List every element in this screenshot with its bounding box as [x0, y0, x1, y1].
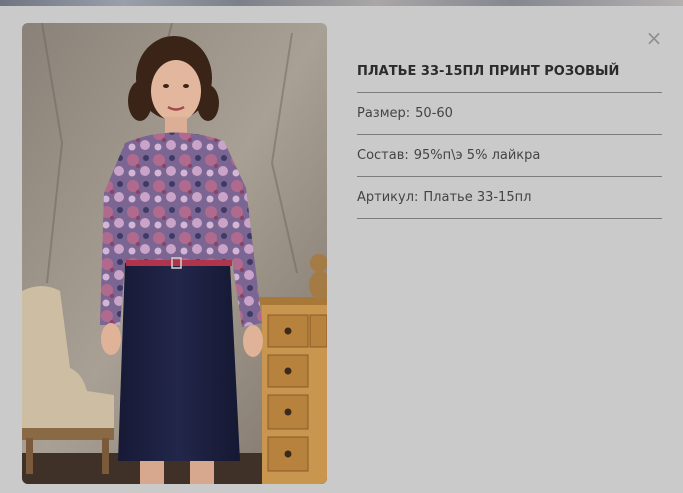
product-composition-row: Состав: 95%п\э 5% лайкра — [357, 135, 662, 177]
size-label: Размер: — [357, 106, 411, 121]
sku-value: Платье 33-15пл — [423, 190, 532, 205]
product-size-row: Размер: 50-60 — [357, 93, 662, 135]
size-value: 50-60 — [415, 106, 453, 121]
sku-label: Артикул: — [357, 190, 419, 205]
product-photo-illustration — [22, 23, 327, 484]
product-info: ПЛАТЬЕ 33-15ПЛ ПРИНТ РОЗОВЫЙ Размер: 50-… — [357, 60, 662, 219]
product-title: ПЛАТЬЕ 33-15ПЛ ПРИНТ РОЗОВЫЙ — [357, 60, 662, 93]
product-sku-row: Артикул: Платье 33-15пл — [357, 177, 662, 219]
composition-label: Состав: — [357, 148, 409, 163]
product-quickview-modal: × ПЛАТЬЕ 33-15ПЛ ПРИНТ РОЗОВЫЙ Размер: 5… — [0, 6, 683, 493]
composition-value: 95%п\э 5% лайкра — [413, 148, 541, 163]
close-icon[interactable]: × — [644, 28, 664, 48]
product-photo — [22, 23, 327, 484]
